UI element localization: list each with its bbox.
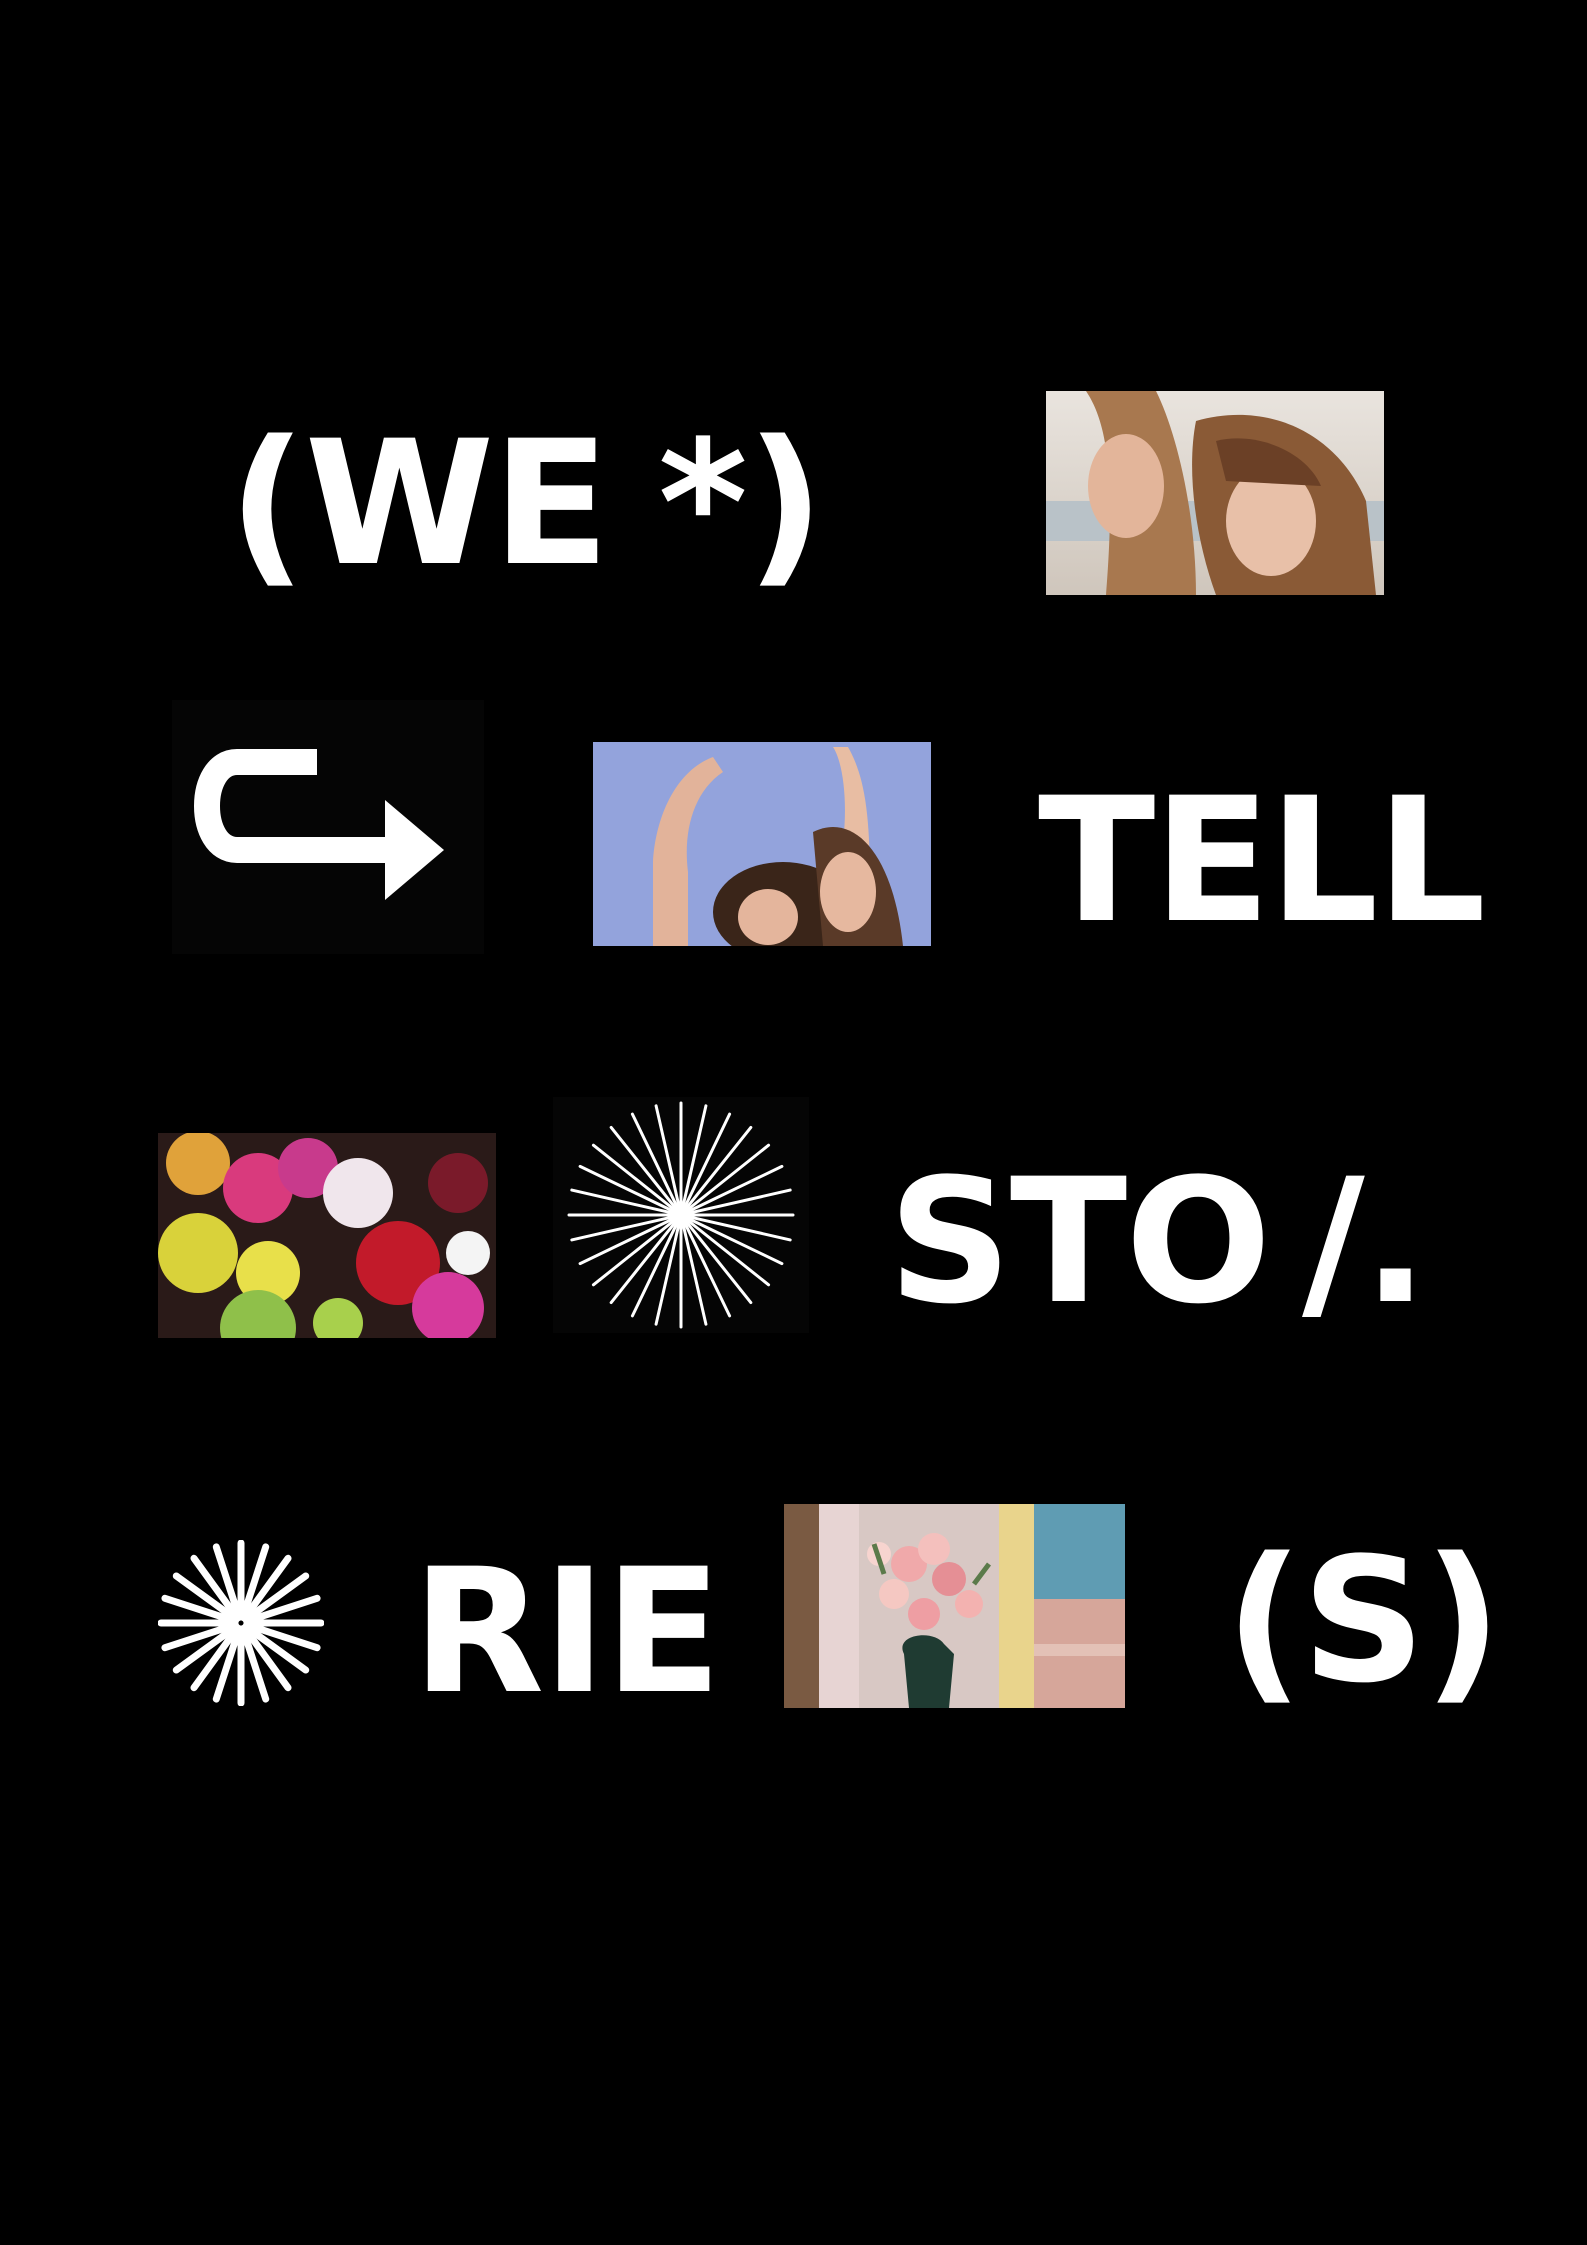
burst-ray [654,1221,681,1326]
starburst-icon [553,1097,809,1333]
word-we: (WE [228,403,610,604]
burst-ray [681,1104,708,1209]
women-arms-raised-photo [593,742,931,946]
flower-vase-painting [784,1504,1125,1708]
word-tell: TELL [1038,760,1486,961]
word-s-paren: (S) [1225,1520,1502,1721]
sunburst-icon [158,1540,324,1706]
burst-center [671,1205,691,1225]
word-asterisk-paren: *) [658,403,825,604]
burst-ray [570,1215,675,1242]
burst-ray [570,1188,675,1215]
burst-ray [681,1221,708,1326]
flower-market-photo [158,1133,496,1338]
poster: { "row1": { "word_left": "(WE", "word_ri… [0,0,1587,2245]
burst-ray [687,1188,792,1215]
two-women-cheek-photo [1046,391,1384,595]
word-slash-dot: /. [1302,1141,1428,1342]
curved-arrow-icon [172,700,484,954]
burst-ray [654,1104,681,1209]
word-rie: RIE [412,1531,722,1732]
word-sto: STO [888,1141,1271,1342]
burst-ray [687,1215,792,1242]
